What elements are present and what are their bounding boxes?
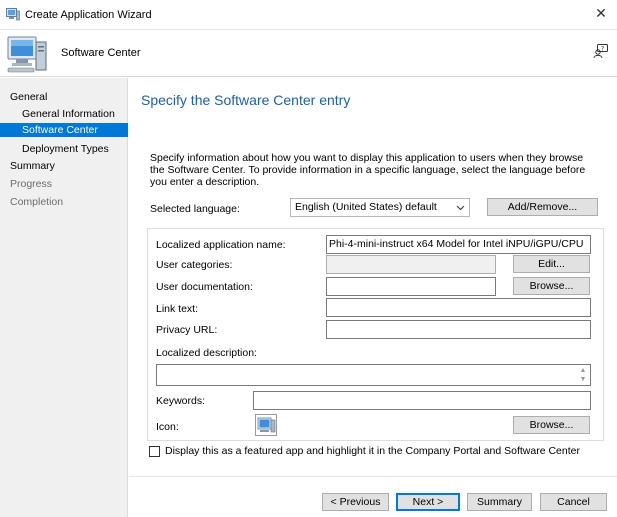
- localized-description-textarea[interactable]: ▲ ▼: [156, 364, 591, 386]
- nav-item-completion: Completion: [10, 196, 64, 208]
- previous-button[interactable]: < Previous: [322, 493, 389, 511]
- browse-icon-button[interactable]: Browse...: [513, 416, 590, 434]
- privacy-url-input[interactable]: [326, 320, 591, 339]
- wizard-nav: General General Information Software Cen…: [0, 78, 128, 517]
- language-select[interactable]: English (United States) default: [290, 198, 470, 217]
- nav-item-general-information[interactable]: General Information: [0, 107, 128, 121]
- summary-button[interactable]: Summary: [467, 493, 532, 511]
- keywords-label: Keywords:: [156, 395, 206, 407]
- help-user-icon[interactable]: ?: [593, 43, 609, 62]
- localized-description-label: Localized description:: [156, 347, 257, 359]
- privacy-url-label: Privacy URL:: [156, 324, 218, 336]
- close-icon[interactable]: ✕: [593, 5, 609, 23]
- featured-app-label: Display this as a featured app and highl…: [165, 445, 580, 457]
- nav-item-general[interactable]: General: [0, 90, 128, 104]
- edit-categories-button[interactable]: Edit...: [513, 255, 590, 273]
- user-categories-input: [326, 255, 496, 274]
- wizard-subtitle: Software Center: [61, 47, 141, 59]
- icon-label: Icon:: [156, 421, 179, 433]
- footer-separator: [129, 476, 617, 477]
- svg-text:?: ?: [601, 46, 604, 53]
- featured-app-checkbox[interactable]: [149, 446, 160, 457]
- cancel-button[interactable]: Cancel: [540, 493, 607, 511]
- link-text-label: Link text:: [156, 303, 199, 315]
- add-remove-language-button[interactable]: Add/Remove...: [487, 198, 598, 216]
- user-documentation-input[interactable]: [326, 277, 496, 296]
- user-categories-label: User categories:: [156, 259, 233, 271]
- next-button[interactable]: Next >: [396, 493, 460, 511]
- computer-wizard-icon: [6, 34, 48, 77]
- nav-item-software-center[interactable]: Software Center: [0, 123, 128, 137]
- nav-item-summary[interactable]: Summary: [0, 159, 128, 173]
- nav-item-progress: Progress: [10, 178, 53, 190]
- nav-item-deployment-types[interactable]: Deployment Types: [0, 142, 128, 156]
- chevron-down-icon: [456, 199, 465, 222]
- wizard-header: Software Center ?: [0, 31, 617, 77]
- app-name-label: Localized application name:: [156, 239, 286, 251]
- selected-language-label: Selected language:: [150, 203, 240, 215]
- keywords-input[interactable]: [253, 391, 591, 410]
- wizard-app-icon: [6, 8, 20, 24]
- window-title: Create Application Wizard: [25, 9, 152, 21]
- intro-text: Specify information about how you want t…: [150, 152, 586, 188]
- user-documentation-label: User documentation:: [156, 281, 253, 293]
- language-select-value: English (United States) default: [295, 201, 437, 213]
- link-text-input[interactable]: [326, 298, 591, 317]
- application-icon-preview: [255, 414, 277, 439]
- browse-documentation-button[interactable]: Browse...: [513, 277, 590, 295]
- page-title: Specify the Software Center entry: [141, 92, 351, 108]
- app-name-input[interactable]: Phi-4-mini-instruct x64 Model for Intel …: [326, 235, 591, 254]
- textarea-scroll-arrows[interactable]: ▲ ▼: [577, 366, 589, 385]
- title-bar: Create Application Wizard ✕: [0, 0, 617, 30]
